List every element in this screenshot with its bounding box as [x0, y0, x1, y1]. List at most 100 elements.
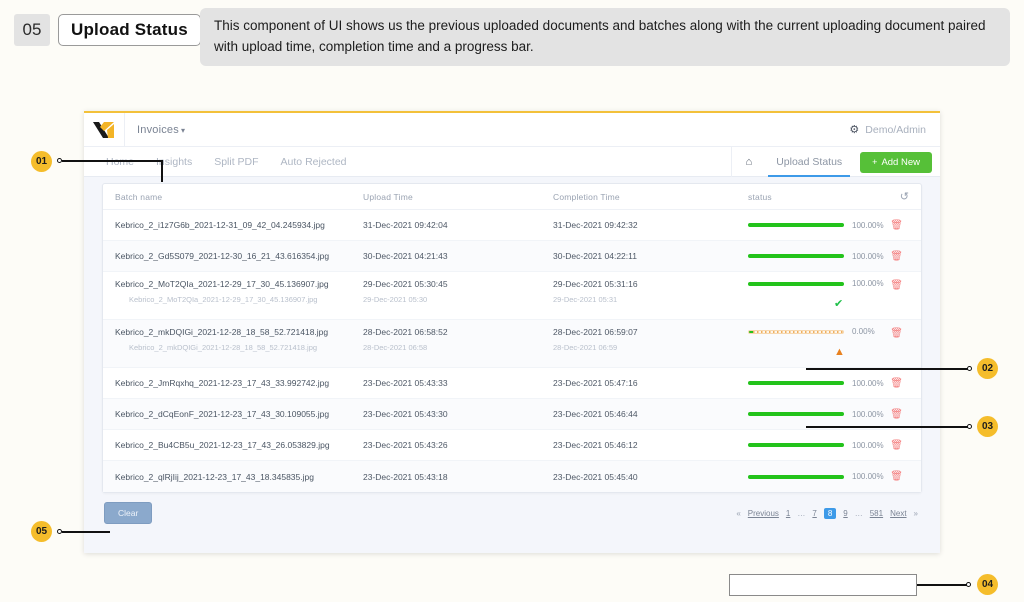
table-row[interactable]: Kebrico_2_qlRjIij_2021-12-23_17_43_18.34… — [103, 461, 921, 492]
cell-completion-time: 23-Dec-2021 05:46:44 — [553, 409, 748, 419]
progress-bar — [748, 412, 844, 416]
brand-bar: Invoices▾ ⚙ Demo/Admin — [84, 113, 940, 147]
upload-status-table: Batch name Upload Time Completion Time s… — [102, 183, 922, 493]
progress-bar — [748, 254, 844, 258]
pagination-page-8-active[interactable]: 8 — [824, 508, 836, 519]
table-row[interactable]: Kebrico_2_mkDQIGi_2021-12-28_18_58_52.72… — [103, 320, 921, 368]
status-icon-wrap: ✔ — [834, 294, 921, 312]
trash-icon[interactable]: 🗑 — [890, 471, 903, 482]
progress-percent: 100.00% — [852, 252, 884, 261]
clear-button[interactable]: Clear — [104, 502, 152, 524]
cell-upload-time-group: 28-Dec-2021 06:58:52 28-Dec-2021 06:58 — [363, 327, 553, 352]
nav-item-split-pdf[interactable]: Split PDF — [214, 156, 258, 168]
cell-completion-time: 31-Dec-2021 09:42:32 — [553, 220, 748, 230]
cell-upload-time: 23-Dec-2021 05:43:30 — [363, 409, 553, 419]
brand-menu-label: Invoices — [137, 124, 179, 136]
cell-completion-time: 23-Dec-2021 05:46:12 — [553, 440, 748, 450]
table-row[interactable]: Kebrico_2_i1z7G6b_2021-12-31_09_42_04.24… — [103, 210, 921, 241]
progress-percent: 100.00% — [852, 410, 884, 419]
callout-badge-05: 05 — [31, 521, 52, 542]
callout-badge-01: 01 — [31, 151, 52, 172]
cell-completion-time-group: 28-Dec-2021 06:59:07 28-Dec-2021 06:59 — [553, 327, 748, 352]
nav-actions: ⌂ Upload Status + Add New — [731, 147, 932, 177]
column-header-batch-name: Batch name — [103, 192, 363, 202]
home-icon[interactable]: ⌂ — [731, 147, 767, 177]
cell-upload-time: 23-Dec-2021 05:43:18 — [363, 472, 553, 482]
trash-icon[interactable]: 🗑 — [890, 378, 903, 389]
annotation-title: Upload Status — [58, 14, 201, 46]
progress-percent: 100.00% — [852, 279, 884, 288]
trash-icon[interactable]: 🗑 — [890, 251, 903, 262]
callout-03-line — [806, 426, 968, 428]
progress-bar — [748, 475, 844, 479]
trash-icon[interactable]: 🗑 — [890, 328, 903, 339]
gear-icon[interactable]: ⚙ — [849, 123, 859, 136]
cell-upload-time-sub: 28-Dec-2021 06:58 — [363, 343, 553, 352]
cell-completion-time-sub: 29-Dec-2021 05:31 — [553, 295, 748, 304]
brand-menu[interactable]: Invoices▾ — [125, 124, 185, 136]
pagination-page-7[interactable]: 7 — [812, 509, 816, 518]
refresh-icon[interactable]: ↺ — [900, 190, 909, 203]
column-header-completion-time: Completion Time — [553, 192, 748, 202]
progress-bar — [748, 381, 844, 385]
pagination-page-1[interactable]: 1 — [786, 509, 790, 518]
cell-upload-time: 31-Dec-2021 09:42:04 — [363, 220, 553, 230]
cell-batch-name: Kebrico_2_i1z7G6b_2021-12-31_09_42_04.24… — [103, 220, 363, 230]
callout-01-line — [62, 160, 162, 162]
table-row[interactable]: Kebrico_2_MoT2QIa_2021-12-29_17_30_45.13… — [103, 272, 921, 320]
pagination-prev-arrow[interactable]: « — [736, 509, 740, 518]
cell-batch-name-sub: Kebrico_2_mkDQIGi_2021-12-28_18_58_52.72… — [115, 343, 363, 352]
table-footer: Clear « Previous 1 … 7 8 9 … 581 Next » — [84, 493, 940, 524]
column-header-status: status — [748, 192, 921, 202]
pagination-page-581[interactable]: 581 — [870, 509, 883, 518]
callout-05-line — [62, 531, 110, 533]
cell-completion-time: 23-Dec-2021 05:45:40 — [553, 472, 748, 482]
cell-batch-name: Kebrico_2_qlRjIij_2021-12-23_17_43_18.34… — [103, 472, 363, 482]
callout-01: 01 — [31, 151, 52, 172]
pagination-page-9[interactable]: 9 — [843, 509, 847, 518]
trash-icon[interactable]: 🗑 — [890, 220, 903, 231]
cell-upload-time: 29-Dec-2021 05:30:45 — [363, 279, 553, 289]
cell-upload-time: 28-Dec-2021 06:58:52 — [363, 327, 553, 337]
tab-upload-status[interactable]: Upload Status — [766, 147, 852, 177]
table-header-row: Batch name Upload Time Completion Time s… — [103, 184, 921, 210]
callout-04: 04 — [977, 574, 998, 595]
cell-upload-time-sub: 29-Dec-2021 05:30 — [363, 295, 553, 304]
pagination-next[interactable]: Next — [890, 509, 906, 518]
trash-icon[interactable]: 🗑 — [890, 440, 903, 451]
cell-batch-name: Kebrico_2_MoT2QIa_2021-12-29_17_30_45.13… — [115, 279, 363, 289]
pagination-previous[interactable]: Previous — [748, 509, 779, 518]
add-new-label: Add New — [881, 157, 920, 168]
pagination-next-arrow[interactable]: » — [914, 509, 918, 518]
progress-percent: 100.00% — [852, 221, 884, 230]
account-area[interactable]: ⚙ Demo/Admin — [849, 123, 926, 136]
plus-icon: + — [872, 157, 877, 167]
empty-placeholder-box — [729, 574, 917, 596]
table-row[interactable]: Kebrico_2_Gd5S079_2021-12-30_16_21_43.61… — [103, 241, 921, 272]
warning-triangle-icon: ▲ — [834, 346, 845, 358]
trash-icon[interactable]: 🗑 — [890, 409, 903, 420]
account-label: Demo/Admin — [865, 124, 926, 136]
cell-batch-name-group: Kebrico_2_mkDQIGi_2021-12-28_18_58_52.72… — [103, 327, 363, 352]
table-row[interactable]: Kebrico_2_dCqEonF_2021-12-23_17_43_30.10… — [103, 399, 921, 430]
table-row[interactable]: Kebrico_2_JmRqxhq_2021-12-23_17_43_33.99… — [103, 368, 921, 399]
table-container: Batch name Upload Time Completion Time s… — [84, 177, 940, 493]
progress-percent: 100.00% — [852, 379, 884, 388]
success-check-icon: ✔ — [834, 298, 843, 310]
add-new-button[interactable]: + Add New — [860, 152, 932, 173]
cell-batch-name-sub: Kebrico_2_MoT2QIa_2021-12-29_17_30_45.13… — [115, 295, 363, 304]
table-row[interactable]: Kebrico_2_Bu4CB5u_2021-12-23_17_43_26.05… — [103, 430, 921, 461]
pagination-ellipsis-left: … — [797, 509, 805, 518]
cell-batch-name: Kebrico_2_JmRqxhq_2021-12-23_17_43_33.99… — [103, 378, 363, 388]
cell-completion-time: 28-Dec-2021 06:59:07 — [553, 327, 748, 337]
cell-completion-time: 30-Dec-2021 04:22:11 — [553, 251, 748, 261]
trash-icon[interactable]: 🗑 — [890, 280, 903, 291]
annotation-header: 05 Upload Status This component of UI sh… — [14, 8, 1010, 63]
cell-completion-time-group: 29-Dec-2021 05:31:16 29-Dec-2021 05:31 — [553, 279, 748, 304]
callout-02: 02 — [977, 358, 998, 379]
callout-01-line-vertical — [161, 160, 163, 182]
cell-upload-time: 23-Dec-2021 05:43:33 — [363, 378, 553, 388]
callout-04-line — [917, 584, 969, 586]
progress-bar — [748, 330, 844, 334]
nav-item-auto-rejected[interactable]: Auto Rejected — [281, 156, 347, 168]
